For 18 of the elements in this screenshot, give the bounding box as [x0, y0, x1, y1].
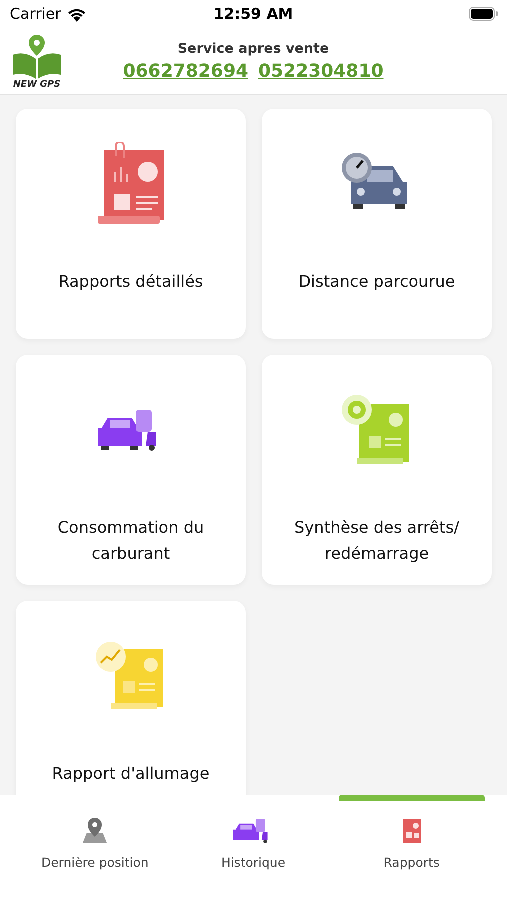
report-card[interactable]: Rapport d'allumage: [16, 601, 246, 795]
report-card[interactable]: Rapports détaillés: [16, 109, 246, 339]
service-title: Service apres vente: [178, 40, 330, 56]
map-pin-icon: [81, 817, 110, 845]
nav-tab[interactable]: Historique: [180, 795, 327, 900]
wifi-icon: [67, 6, 88, 22]
nav-tab[interactable]: Rapports: [338, 795, 485, 900]
report-card[interactable]: Consommation du carburant: [16, 355, 246, 585]
report-card[interactable]: Synthèse des arrêts/ redémarrage: [262, 355, 492, 585]
report-card[interactable]: Distance parcourue: [262, 109, 492, 339]
logo-text: NEW GPS: [13, 80, 61, 90]
battery-icon: [469, 7, 499, 21]
logo-icon: [11, 32, 63, 80]
report-document-icon: [400, 818, 423, 844]
nav-tab[interactable]: Dernière position: [22, 795, 168, 900]
status-time: 12:59 AM: [212, 5, 294, 23]
report-document-icon: [96, 142, 166, 226]
carrier-name: Carrier: [10, 5, 62, 23]
